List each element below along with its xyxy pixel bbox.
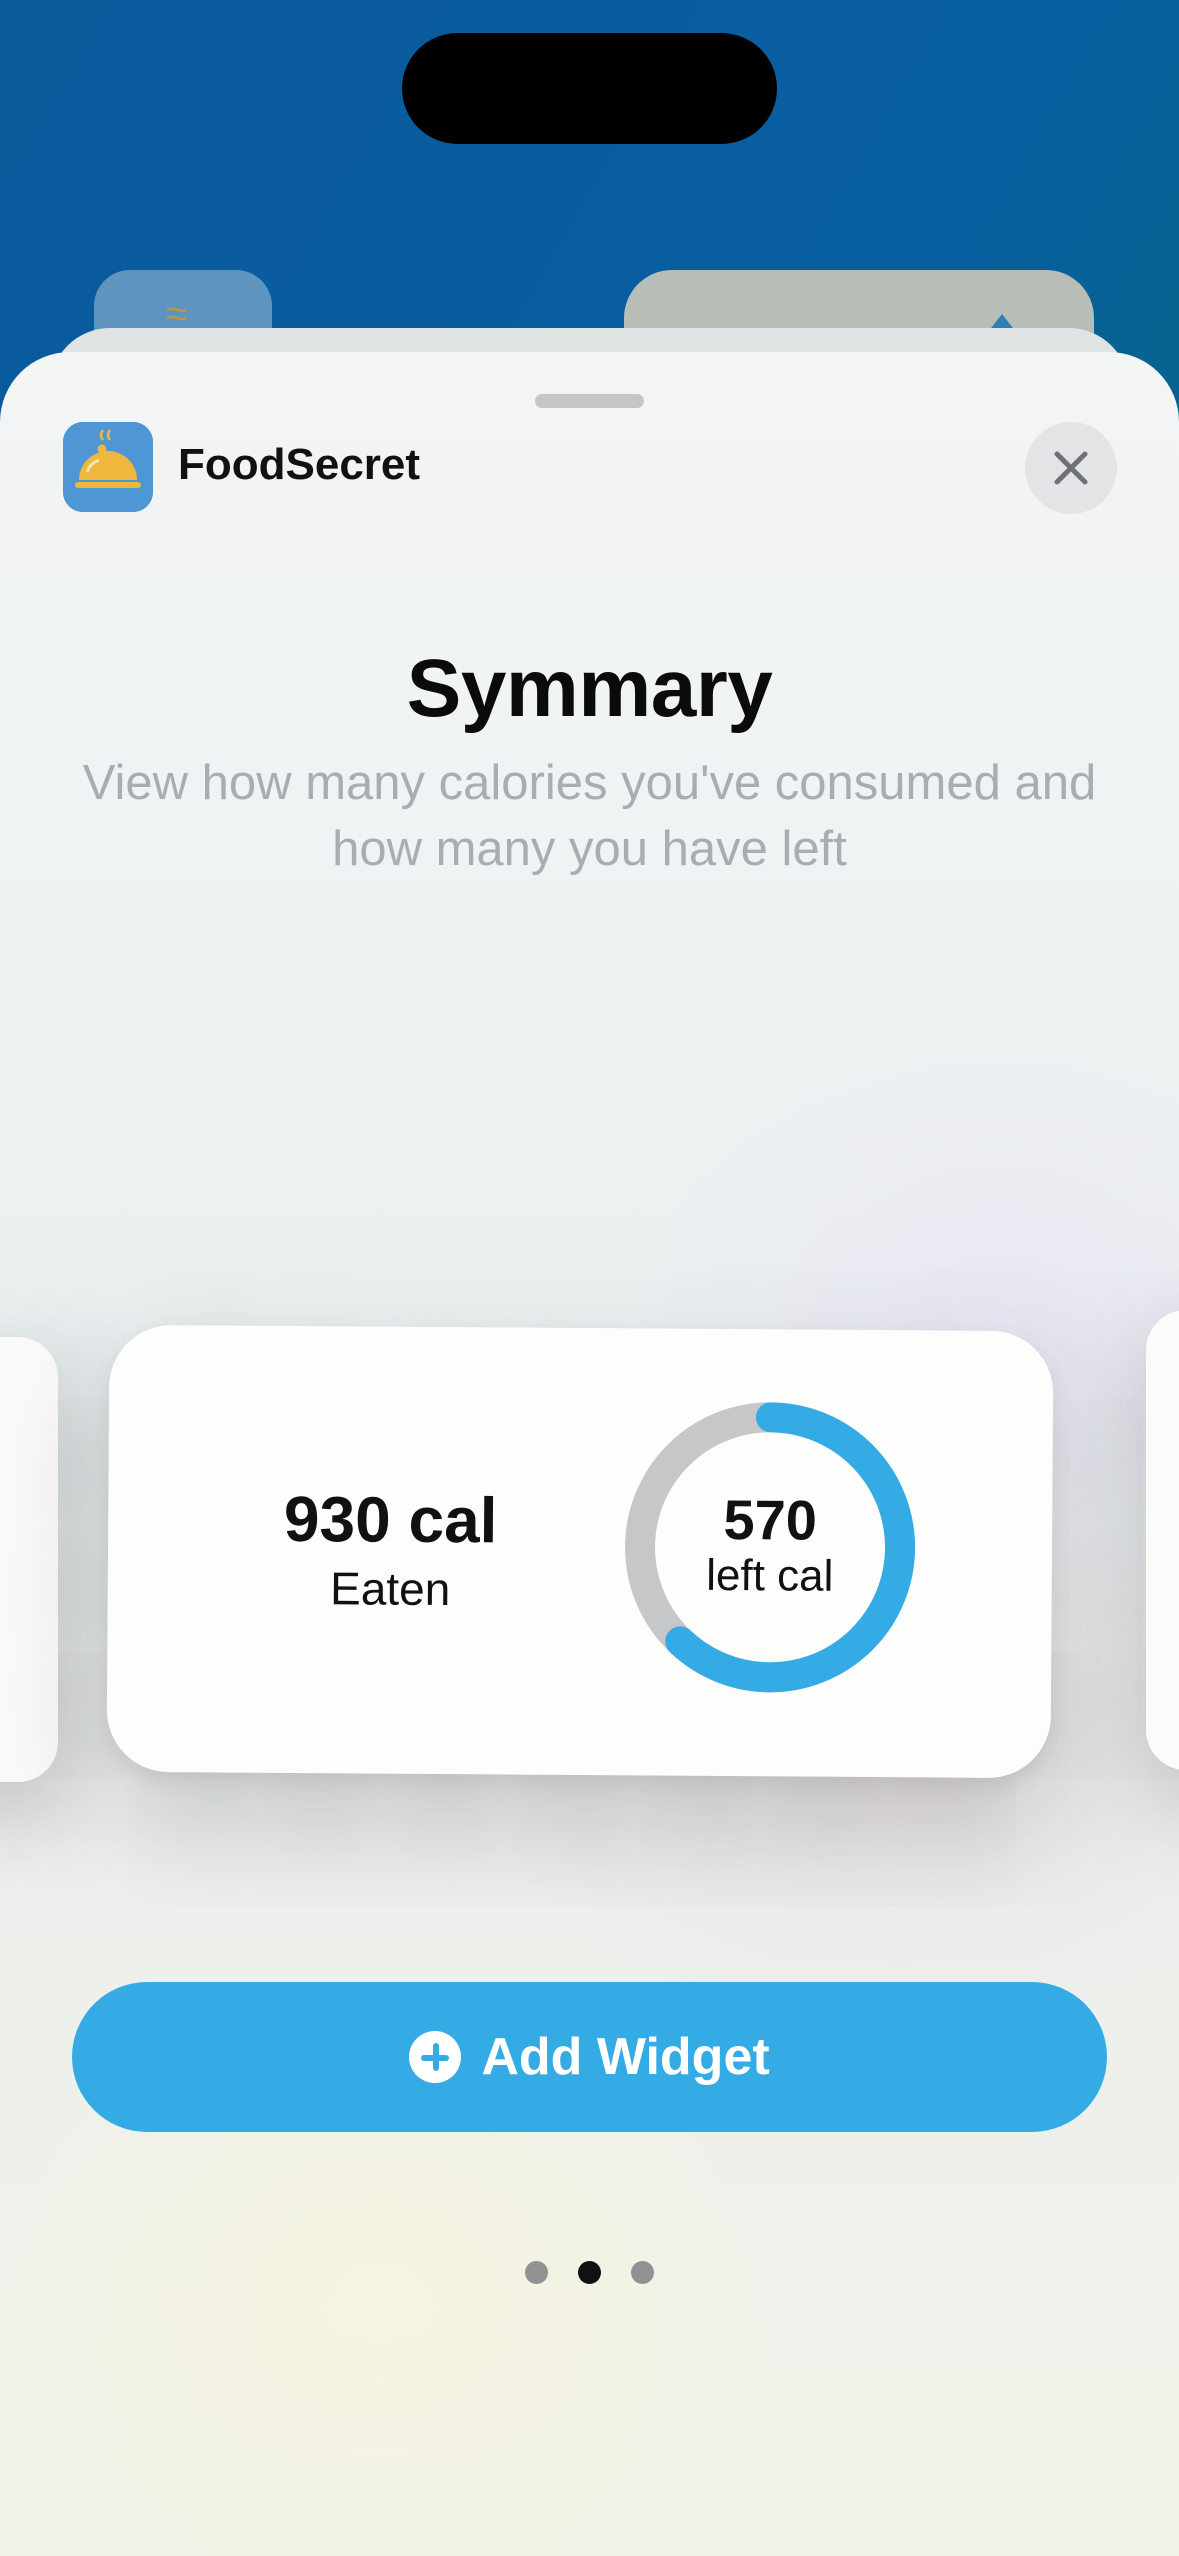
dynamic-island [402,33,777,144]
previous-widget-preview[interactable] [0,1337,58,1782]
left-calories-label: left cal [706,1550,834,1601]
summary-widget-preview[interactable]: 930 cal Eaten 570 left cal [106,1324,1054,1779]
close-button[interactable] [1025,422,1117,514]
close-icon [1054,451,1088,485]
eaten-calories-value: 930 cal [283,1482,498,1557]
add-widget-label: Add Widget [481,2028,770,2086]
widget-title: Symmary [406,643,773,734]
page-dot[interactable] [525,2260,548,2284]
next-widget-preview[interactable] [1146,1310,1179,1770]
app-name: FoodSecret [178,440,421,489]
page-dot[interactable] [631,2260,654,2284]
add-widget-button[interactable]: Add Widget [72,1982,1107,2132]
eaten-label: Eaten [329,1562,451,1616]
page-indicator[interactable] [0,2257,1179,2287]
plus-circle-icon [409,2031,462,2083]
food-cloche-icon [63,422,153,512]
app-icon [63,422,153,512]
widget-gallery-sheet: FoodSecret Symmary View how many calorie… [0,352,1179,2556]
left-calories-value: 570 [723,1488,818,1552]
sheet-grabber[interactable] [535,394,644,408]
widget-description: View how many calories you've consumed a… [82,756,1097,876]
page-dot[interactable] [578,2260,601,2284]
